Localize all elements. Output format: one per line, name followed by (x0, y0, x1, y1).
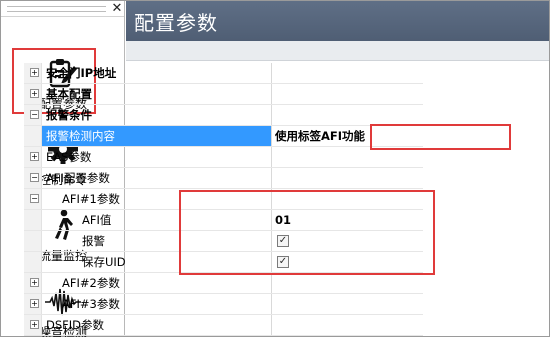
property-name: 报警 (82, 234, 105, 248)
expand-icon[interactable]: + (30, 68, 39, 77)
property-name: AFI#1参数 (62, 192, 120, 206)
collapse-icon[interactable]: − (30, 110, 39, 119)
expand-icon[interactable]: + (30, 299, 39, 308)
property-value[interactable]: 使用标签AFI功能 (275, 126, 365, 146)
sidebar-header: ✕ (1, 1, 124, 17)
property-name: 基本配置 (46, 87, 92, 101)
property-name: 报警检测内容 (46, 129, 115, 143)
property-row[interactable]: − AFI配置参数 (24, 168, 423, 189)
property-row[interactable]: + 安全门IP地址 (24, 63, 423, 84)
property-name: 安全门IP地址 (46, 66, 117, 80)
property-name: DSFID参数 (46, 318, 105, 332)
property-name: AFI#2参数 (62, 276, 120, 290)
property-row[interactable]: + AFI#3参数 (24, 294, 423, 315)
property-name: AFI#3参数 (62, 297, 120, 311)
title-bar: 配置参数 (126, 1, 549, 41)
collapse-icon[interactable]: − (30, 194, 39, 203)
expand-icon[interactable]: + (30, 278, 39, 287)
close-icon[interactable]: ✕ (110, 1, 124, 16)
property-row[interactable]: + DSFID参数 (24, 315, 423, 336)
afi1-highlight-box (179, 190, 435, 275)
drag-grip[interactable] (7, 5, 106, 12)
property-row[interactable]: + AFI#2参数 (24, 273, 423, 294)
property-name: 保存UID (82, 255, 126, 269)
property-name: AFI值 (82, 213, 112, 227)
property-row-selected[interactable]: 报警检测内容 使用标签AFI功能 (24, 126, 423, 147)
property-row[interactable]: − 报警条件 (24, 105, 423, 126)
expand-icon[interactable]: + (30, 152, 39, 161)
selected-property-name[interactable]: 报警检测内容 (42, 126, 271, 146)
collapse-icon[interactable]: − (30, 173, 39, 182)
expand-icon[interactable]: + (30, 320, 39, 329)
value-highlight-box (370, 124, 511, 150)
property-row[interactable]: + 基本配置 (24, 84, 423, 105)
property-name: 报警条件 (46, 108, 92, 122)
page-title: 配置参数 (134, 10, 218, 35)
expand-icon[interactable]: + (30, 89, 39, 98)
property-name: EAS参数 (46, 150, 92, 164)
property-row[interactable]: + EAS参数 (24, 147, 423, 168)
property-name: AFI配置参数 (46, 171, 110, 185)
toolbar-strip (126, 41, 549, 61)
